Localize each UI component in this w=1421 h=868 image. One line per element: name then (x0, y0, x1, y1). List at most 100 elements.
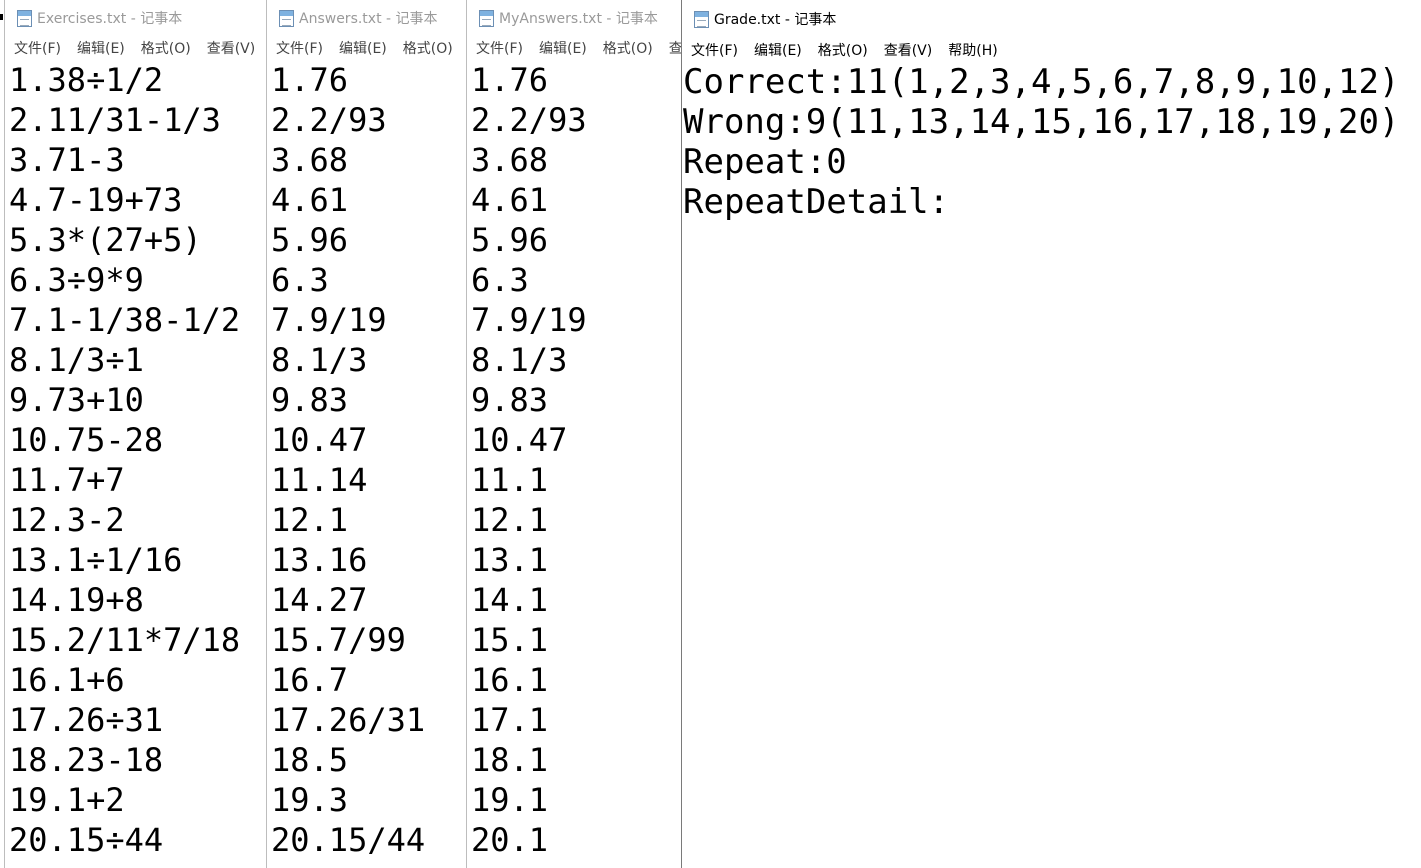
text-line: 5.96 (471, 221, 549, 259)
menu-file[interactable]: 文件(F) (276, 38, 323, 58)
text-line: 20.15÷44 (9, 821, 164, 859)
menu-view[interactable]: 查看(V) (884, 40, 933, 60)
text-line: 14.19+8 (9, 581, 144, 619)
menu-edit[interactable]: 编辑(E) (754, 40, 802, 60)
title-bar[interactable]: Answers.txt - 记事本 (267, 0, 466, 36)
text-line: 8.1/3÷1 (9, 341, 144, 379)
menu-bar: 文件(F) 编辑(E) 格式(O) 查看 (467, 36, 681, 60)
menu-format[interactable]: 格式(O) (141, 38, 191, 58)
title-bar[interactable]: Exercises.txt - 记事本 (5, 0, 266, 36)
text-line: 18.1 (471, 741, 549, 779)
text-line: 8.1/3 (271, 341, 368, 379)
text-line: 9.73+10 (9, 381, 144, 419)
text-line: 17.26/31 (271, 701, 426, 739)
text-line: 11.14 (271, 461, 368, 499)
text-line: 6.3÷9*9 (9, 261, 144, 299)
menu-format[interactable]: 格式(O) (403, 38, 453, 58)
text-line: 9.83 (271, 381, 349, 419)
text-line: 19.1 (471, 781, 549, 819)
text-line: 13.1 (471, 541, 549, 579)
window-title: Answers.txt - 记事本 (299, 11, 438, 27)
text-line: 16.1+6 (9, 661, 125, 699)
text-line: 2.2/93 (271, 101, 387, 139)
text-line: 20.1 (471, 821, 549, 859)
text-line: 1.76 (271, 61, 349, 99)
text-line: 12.1 (271, 501, 349, 539)
text-line: 12.1 (471, 501, 549, 539)
text-line: 11.1 (471, 461, 549, 499)
text-line: 16.7 (271, 661, 349, 699)
text-line: 7.9/19 (271, 301, 387, 339)
menu-help[interactable]: 帮助(H) (948, 40, 997, 60)
background-window-edge (0, 14, 3, 20)
text-line: RepeatDetail: (683, 182, 950, 222)
notepad-window-exercises[interactable]: Exercises.txt - 记事本 文件(F) 编辑(E) 格式(O) 查看… (4, 0, 266, 868)
text-line: 10.75-28 (9, 421, 164, 459)
notepad-window-myanswers[interactable]: MyAnswers.txt - 记事本 文件(F) 编辑(E) 格式(O) 查看… (466, 0, 681, 868)
text-area[interactable]: 1.76 2.2/93 3.68 4.61 5.96 6.3 7.9/19 8.1/3 9.83… (267, 60, 466, 860)
menu-edit[interactable]: 编辑(E) (77, 38, 125, 58)
text-line: 14.27 (271, 581, 368, 619)
menu-file[interactable]: 文件(F) (691, 40, 738, 60)
text-line: 7.1-1/38-1/2 (9, 301, 241, 339)
title-bar[interactable]: Grade.txt - 记事本 (682, 0, 1421, 38)
text-line: 9.83 (471, 381, 549, 419)
text-line: 3.68 (471, 141, 549, 179)
text-line: 18.23-18 (9, 741, 164, 779)
text-line: 10.47 (271, 421, 368, 459)
text-line: 11.7+7 (9, 461, 125, 499)
window-title: MyAnswers.txt - 记事本 (499, 11, 658, 27)
text-line: 3.68 (271, 141, 349, 179)
window-title: Exercises.txt - 记事本 (37, 11, 183, 27)
text-line: 10.47 (471, 421, 568, 459)
text-line: 2.2/93 (471, 101, 587, 139)
title-bar[interactable]: MyAnswers.txt - 记事本 (467, 0, 681, 36)
text-line: 16.1 (471, 661, 549, 699)
text-line: 13.16 (271, 541, 368, 579)
text-area[interactable]: Correct:11(1,2,3,4,5,6,7,8,9,10,12) Wrong… (682, 62, 1421, 222)
menu-file[interactable]: 文件(F) (14, 38, 61, 58)
text-line: 6.3 (471, 261, 529, 299)
menu-edit[interactable]: 编辑(E) (539, 38, 587, 58)
menu-bar: 文件(F) 编辑(E) 格式(O) 查看(V) 帮助(H) (682, 38, 1421, 62)
text-line: 5.96 (271, 221, 349, 259)
menu-bar: 文件(F) 编辑(E) 格式(O) 查 (267, 36, 466, 60)
menu-file[interactable]: 文件(F) (476, 38, 523, 58)
text-line: 2.11/31-1/3 (9, 101, 221, 139)
text-line: 5.3*(27+5) (9, 221, 202, 259)
notepad-icon (694, 10, 709, 28)
menu-bar: 文件(F) 编辑(E) 格式(O) 查看(V) 帮 (5, 36, 266, 60)
notepad-icon (479, 9, 494, 27)
text-area[interactable]: 1.76 2.2/93 3.68 4.61 5.96 6.3 7.9/19 8.1/3 9.83… (467, 60, 681, 860)
text-line: Repeat:0 (683, 142, 847, 182)
text-line: 15.1 (471, 621, 549, 659)
menu-format[interactable]: 格式(O) (818, 40, 868, 60)
text-line: 4.61 (471, 181, 549, 219)
notepad-window-answers[interactable]: Answers.txt - 记事本 文件(F) 编辑(E) 格式(O) 查 1.… (266, 0, 466, 868)
text-line: 1.76 (471, 61, 549, 99)
notepad-icon (279, 9, 294, 27)
text-line: Wrong:9(11,13,14,15,16,17,18,19,20) (683, 102, 1400, 142)
menu-edit[interactable]: 编辑(E) (339, 38, 387, 58)
text-line: 3.71-3 (9, 141, 125, 179)
text-area[interactable]: 1.38÷1/2 2.11/31-1/3 3.71-3 4.7-19+73 5.3*(2… (5, 60, 266, 860)
text-line: 17.26÷31 (9, 701, 164, 739)
notepad-window-grade[interactable]: Grade.txt - 记事本 文件(F) 编辑(E) 格式(O) 查看(V) … (681, 0, 1421, 868)
text-line: 19.1+2 (9, 781, 125, 819)
text-line: 8.1/3 (471, 341, 568, 379)
text-line: 1.38÷1/2 (9, 61, 164, 99)
text-line: 6.3 (271, 261, 329, 299)
text-line: 4.7-19+73 (9, 181, 183, 219)
text-line: 15.7/99 (271, 621, 406, 659)
menu-format[interactable]: 格式(O) (603, 38, 653, 58)
window-title: Grade.txt - 记事本 (714, 12, 837, 28)
menu-view[interactable]: 查看 (669, 38, 681, 58)
menu-view[interactable]: 查看(V) (207, 38, 256, 58)
text-line: 14.1 (471, 581, 549, 619)
text-line: 13.1÷1/16 (9, 541, 183, 579)
notepad-icon (17, 9, 32, 27)
text-line: 7.9/19 (471, 301, 587, 339)
text-line: 15.2/11*7/18 (9, 621, 241, 659)
text-line: 12.3-2 (9, 501, 125, 539)
text-line: 20.15/44 (271, 821, 426, 859)
